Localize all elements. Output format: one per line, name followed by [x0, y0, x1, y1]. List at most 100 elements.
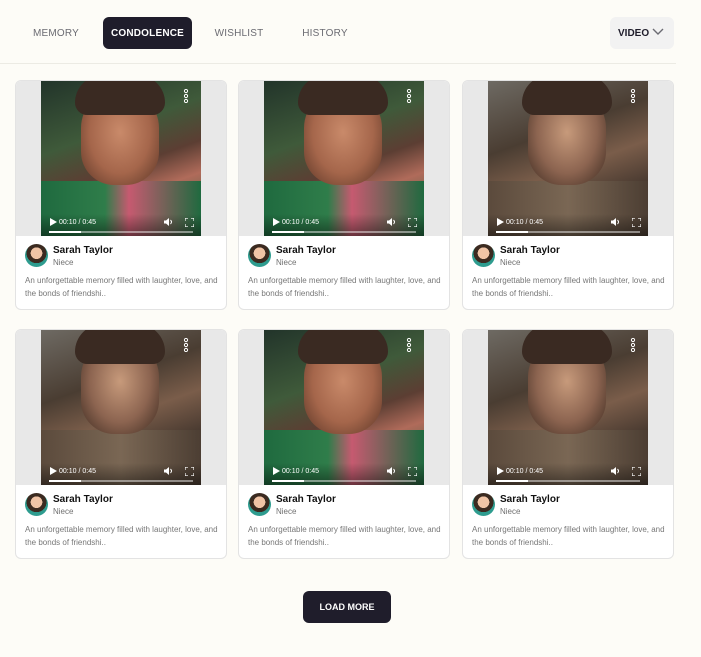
condolence-message: An unforgettable memory filled with laug… — [248, 525, 441, 547]
load-more-button[interactable]: LOAD MORE — [303, 591, 391, 623]
play-icon[interactable] — [50, 467, 57, 475]
video-progress-bar[interactable] — [496, 231, 640, 233]
video-progress-fill — [49, 480, 81, 482]
condolence-message: An unforgettable memory filled with laug… — [25, 276, 218, 298]
video-player[interactable]: 00:10 / 0:45 — [264, 330, 424, 485]
tab-wishlist[interactable]: WISHLIST — [208, 17, 270, 49]
more-options-icon[interactable] — [406, 338, 412, 352]
volume-icon[interactable] — [611, 218, 620, 226]
more-options-icon[interactable] — [183, 89, 189, 103]
author-name: Sarah Taylor — [500, 245, 560, 256]
video-frame: 00:10 / 0:45 — [239, 330, 449, 485]
condolence-card[interactable]: 00:10 / 0:45 Sarah Taylor Niece An unfor… — [238, 80, 450, 310]
more-options-icon[interactable] — [406, 89, 412, 103]
video-frame: 00:10 / 0:45 — [16, 81, 226, 236]
condolence-message: An unforgettable memory filled with laug… — [248, 276, 441, 298]
condolence-card[interactable]: 00:10 / 0:45 Sarah Taylor Niece An unfor… — [238, 329, 450, 559]
play-icon[interactable] — [273, 218, 280, 226]
author-relation: Niece — [276, 507, 297, 516]
volume-icon[interactable] — [387, 218, 396, 226]
avatar — [248, 493, 271, 516]
author-name: Sarah Taylor — [53, 494, 113, 505]
avatar — [25, 493, 48, 516]
video-timecode: 00:10 / 0:45 — [282, 468, 319, 475]
fullscreen-icon[interactable] — [408, 467, 417, 476]
video-controls: 00:10 / 0:45 — [41, 463, 201, 485]
video-controls: 00:10 / 0:45 — [488, 463, 648, 485]
video-progress-bar[interactable] — [49, 231, 193, 233]
volume-icon[interactable] — [387, 467, 396, 475]
play-icon[interactable] — [273, 467, 280, 475]
video-still-hair — [522, 330, 612, 364]
video-player[interactable]: 00:10 / 0:45 — [41, 81, 201, 236]
volume-icon[interactable] — [164, 467, 173, 475]
fullscreen-icon[interactable] — [408, 218, 417, 227]
video-progress-fill — [496, 480, 528, 482]
volume-icon[interactable] — [164, 218, 173, 226]
tab-bar: MEMORY CONDOLENCE WISHLIST HISTORY VIDEO — [0, 0, 676, 64]
condolence-message: An unforgettable memory filled with laug… — [472, 525, 665, 547]
author-info: Sarah Taylor Niece — [25, 244, 225, 268]
author-relation: Niece — [276, 258, 297, 267]
avatar — [25, 244, 48, 267]
avatar — [248, 244, 271, 267]
play-icon[interactable] — [497, 467, 504, 475]
video-player[interactable]: 00:10 / 0:45 — [488, 81, 648, 236]
media-type-selected: VIDEO — [618, 27, 650, 39]
video-player[interactable]: 00:10 / 0:45 — [488, 330, 648, 485]
video-timecode: 00:10 / 0:45 — [506, 468, 543, 475]
video-frame: 00:10 / 0:45 — [239, 81, 449, 236]
condolence-card[interactable]: 00:10 / 0:45 Sarah Taylor Niece An unfor… — [15, 329, 227, 559]
play-icon[interactable] — [497, 218, 504, 226]
author-name: Sarah Taylor — [500, 494, 560, 505]
tab-memory[interactable]: MEMORY — [24, 17, 88, 49]
video-progress-bar[interactable] — [272, 480, 416, 482]
condolence-card[interactable]: 00:10 / 0:45 Sarah Taylor Niece An unfor… — [15, 80, 227, 310]
video-player[interactable]: 00:10 / 0:45 — [41, 330, 201, 485]
video-progress-bar[interactable] — [49, 480, 193, 482]
video-controls: 00:10 / 0:45 — [41, 214, 201, 236]
video-still-hair — [75, 81, 165, 115]
fullscreen-icon[interactable] — [185, 467, 194, 476]
author-info: Sarah Taylor Niece — [248, 493, 448, 517]
condolence-card[interactable]: 00:10 / 0:45 Sarah Taylor Niece An unfor… — [462, 329, 674, 559]
author-info: Sarah Taylor Niece — [248, 244, 448, 268]
video-frame: 00:10 / 0:45 — [463, 330, 673, 485]
more-options-icon[interactable] — [630, 338, 636, 352]
more-options-icon[interactable] — [630, 89, 636, 103]
fullscreen-icon[interactable] — [185, 218, 194, 227]
avatar — [472, 244, 495, 267]
author-name: Sarah Taylor — [53, 245, 113, 256]
video-still-hair — [75, 330, 165, 364]
video-player[interactable]: 00:10 / 0:45 — [264, 81, 424, 236]
video-progress-bar[interactable] — [272, 231, 416, 233]
video-progress-fill — [272, 231, 304, 233]
video-progress-fill — [272, 480, 304, 482]
more-options-icon[interactable] — [183, 338, 189, 352]
video-timecode: 00:10 / 0:45 — [506, 219, 543, 226]
author-relation: Niece — [500, 258, 521, 267]
video-timecode: 00:10 / 0:45 — [59, 468, 96, 475]
author-info: Sarah Taylor Niece — [472, 244, 672, 268]
author-info: Sarah Taylor Niece — [25, 493, 225, 517]
author-relation: Niece — [53, 258, 74, 267]
video-timecode: 00:10 / 0:45 — [59, 219, 96, 226]
condolence-message: An unforgettable memory filled with laug… — [472, 276, 665, 298]
volume-icon[interactable] — [611, 467, 620, 475]
fullscreen-icon[interactable] — [632, 218, 641, 227]
condolence-card[interactable]: 00:10 / 0:45 Sarah Taylor Niece An unfor… — [462, 80, 674, 310]
author-relation: Niece — [53, 507, 74, 516]
video-controls: 00:10 / 0:45 — [488, 214, 648, 236]
fullscreen-icon[interactable] — [632, 467, 641, 476]
author-info: Sarah Taylor Niece — [472, 493, 672, 517]
media-type-dropdown[interactable]: VIDEO — [610, 17, 674, 49]
video-still-hair — [522, 81, 612, 115]
video-timecode: 00:10 / 0:45 — [282, 219, 319, 226]
video-still-hair — [298, 330, 388, 364]
video-progress-bar[interactable] — [496, 480, 640, 482]
video-progress-fill — [496, 231, 528, 233]
tab-condolence[interactable]: CONDOLENCE — [103, 17, 192, 49]
avatar — [472, 493, 495, 516]
play-icon[interactable] — [50, 218, 57, 226]
tab-history[interactable]: HISTORY — [295, 17, 355, 49]
